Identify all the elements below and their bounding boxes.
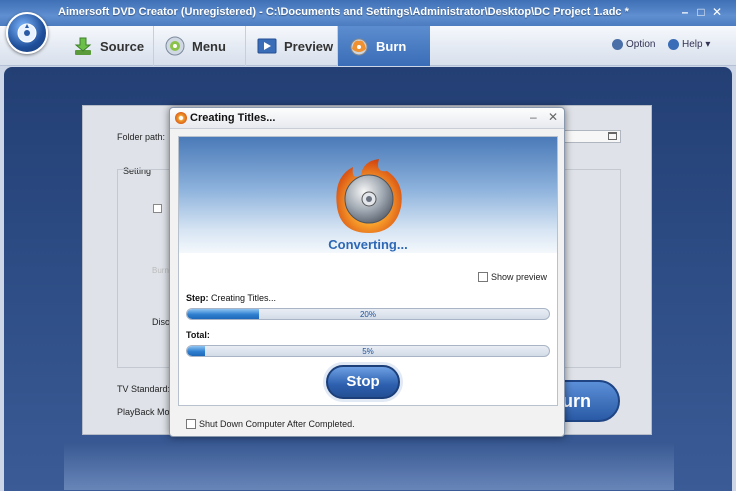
dialog-minimize-button[interactable]: –	[530, 110, 537, 124]
step-line: Step: Creating Titles...	[186, 293, 276, 303]
show-preview-checkbox[interactable]	[478, 272, 488, 282]
window-titlebar: Aimersoft DVD Creator (Unregistered) - C…	[0, 0, 736, 26]
tab-preview[interactable]: Preview	[246, 26, 338, 66]
window-title: Aimersoft DVD Creator (Unregistered) - C…	[58, 6, 629, 18]
gear-icon	[612, 39, 623, 50]
disc-label: Disc	[152, 317, 170, 327]
shutdown-label: Shut Down Computer After Completed.	[199, 419, 355, 429]
workspace-floor	[64, 442, 674, 490]
dialog-title: Creating Titles...	[190, 112, 276, 124]
source-download-icon	[72, 35, 94, 57]
tab-burn[interactable]: Burn	[338, 26, 430, 66]
stop-button[interactable]: Stop	[326, 365, 400, 399]
dialog-close-button[interactable]: ✕	[548, 110, 558, 124]
panel-checkbox[interactable]	[153, 204, 162, 213]
step-progress-bar: 20%	[186, 308, 550, 320]
total-progress-bar: 5%	[186, 345, 550, 357]
preview-film-icon	[256, 35, 278, 57]
total-progress-text: 5%	[362, 347, 374, 356]
tab-preview-label: Preview	[284, 38, 334, 54]
converting-status: Converting...	[328, 237, 408, 252]
help-icon	[668, 39, 679, 50]
help-label: Help ▾	[682, 39, 711, 50]
shutdown-checkbox[interactable]	[186, 419, 196, 429]
tab-menu-label: Menu	[192, 38, 226, 54]
option-menu[interactable]: Option	[612, 39, 655, 50]
tv-standard-label: TV Standard:	[117, 384, 171, 394]
tab-burn-label: Burn	[376, 38, 407, 54]
maximize-button[interactable]: □	[694, 5, 708, 19]
close-button[interactable]: ✕	[710, 5, 724, 19]
dialog-app-icon	[175, 112, 187, 124]
menu-disc-icon	[164, 35, 186, 57]
dialog-titlebar: Creating Titles... – ✕	[170, 108, 564, 129]
folder-icon[interactable]	[608, 132, 617, 140]
help-menu[interactable]: Help ▾	[668, 39, 710, 50]
tab-menu[interactable]: Menu	[154, 26, 246, 66]
minimize-button[interactable]: –	[678, 5, 692, 19]
main-toolbar: Source Menu Preview Burn Option Help ▾	[0, 26, 736, 66]
show-preview-label: Show preview	[491, 272, 548, 282]
folder-path-label: Folder path:	[117, 132, 166, 142]
dialog-content: Converting... Show preview Step: Creatin…	[178, 136, 558, 406]
option-label: Option	[626, 39, 656, 50]
app-logo-icon[interactable]	[6, 12, 48, 54]
step-label: Step:	[186, 293, 209, 303]
tab-source[interactable]: Source	[62, 26, 154, 66]
step-value: Creating Titles...	[211, 293, 277, 303]
burn-flame-icon	[348, 35, 370, 57]
burn-faint-label: Burn	[152, 266, 169, 275]
creating-titles-dialog: Creating Titles... – ✕ Converting... Sho…	[169, 107, 565, 437]
total-label: Total:	[186, 330, 210, 340]
tab-source-label: Source	[100, 38, 145, 54]
disc-flame-icon	[336, 159, 402, 233]
step-progress-text: 20%	[359, 310, 376, 319]
